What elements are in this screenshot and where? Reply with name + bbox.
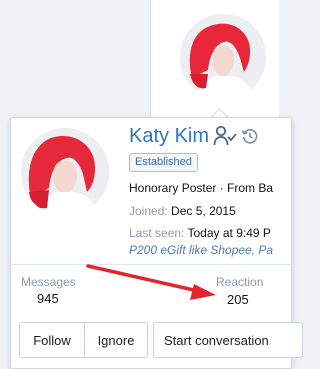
- user-check-icon[interactable]: [213, 125, 237, 147]
- history-icon[interactable]: [241, 127, 259, 145]
- user-title-badge: Established: [129, 153, 198, 172]
- card-divider: [11, 264, 291, 265]
- joined-value: Dec 5, 2015: [171, 204, 236, 218]
- gift-link[interactable]: P200 eGift like Shopee, Pa: [129, 243, 273, 258]
- follow-button[interactable]: Follow: [19, 322, 85, 358]
- joined-label: Joined:: [129, 204, 168, 218]
- last-seen-label: Last seen:: [129, 226, 185, 240]
- member-avatar[interactable]: [21, 128, 109, 216]
- reaction-label: Reaction: [216, 275, 264, 289]
- start-conversation-button[interactable]: Start conversation: [153, 322, 303, 358]
- reaction-value[interactable]: 205: [227, 292, 249, 307]
- user-title-line: Honorary Poster · From Ba: [129, 181, 273, 196]
- username-link[interactable]: Katy Kim: [129, 124, 209, 148]
- user-title-text: Honorary Poster · From Ba: [129, 181, 274, 195]
- messages-value[interactable]: 945: [37, 291, 59, 306]
- member-tooltip-card: Katy Kim Established Honorary Poster · F…: [10, 117, 303, 369]
- ignore-button[interactable]: Ignore: [84, 322, 148, 358]
- last-seen-line: Last seen: Today at 9:49 P: [129, 226, 271, 241]
- background-avatar[interactable]: [180, 14, 266, 100]
- messages-label: Messages: [21, 275, 76, 289]
- name-row: Katy Kim: [129, 124, 259, 148]
- last-seen-value: Today at 9:49 P: [187, 226, 271, 240]
- joined-line: Joined: Dec 5, 2015: [129, 204, 236, 219]
